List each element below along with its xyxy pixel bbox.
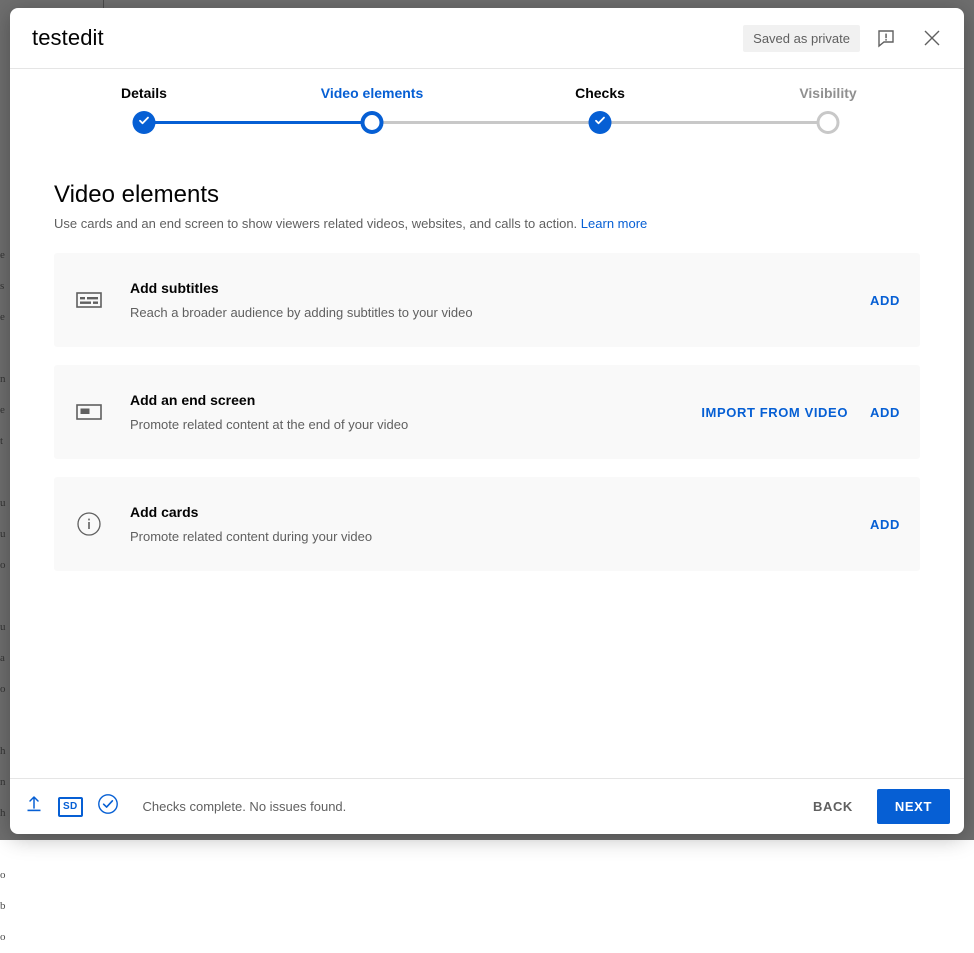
step-label-visibility: Visibility (799, 85, 857, 101)
dialog-header: testedit Saved as private (10, 8, 964, 69)
card-add-cards: Add cards Promote related content during… (54, 477, 920, 571)
checks-status-text: Checks complete. No issues found. (142, 799, 347, 814)
add-subtitles-button[interactable]: ADD (870, 293, 900, 308)
card-title: Add subtitles (130, 280, 219, 296)
card-description: Promote related content during your vide… (130, 529, 373, 544)
card-actions: ADD (870, 517, 900, 532)
stepper-track-3 (600, 121, 828, 124)
stepper-labels: Details Video elements Checks Visibility (10, 85, 964, 105)
subtitles-icon (76, 290, 122, 310)
card-title: Add an end screen (130, 392, 256, 408)
check-icon (594, 114, 607, 132)
end-screen-icon (76, 402, 122, 422)
upload-stepper: Details Video elements Checks Visibility (10, 81, 964, 153)
page-subtitle: Use cards and an end screen to show view… (54, 215, 920, 233)
step-label-video-elements: Video elements (320, 85, 424, 101)
card-add-subtitles: Add subtitles Reach a broader audience b… (54, 253, 920, 347)
upload-arrow-icon (24, 794, 44, 819)
dialog-title: testedit (32, 25, 104, 50)
back-button[interactable]: BACK (799, 790, 867, 823)
card-text-block: Add cards Promote related content during… (122, 504, 870, 544)
page-title: Video elements (54, 181, 219, 208)
feedback-button[interactable] (866, 18, 906, 58)
check-circle-icon (97, 793, 119, 820)
card-description: Promote related content at the end of yo… (130, 417, 409, 432)
stepper-node-video-elements[interactable] (360, 111, 384, 134)
step-label-checks: Checks (575, 85, 625, 101)
import-from-video-button[interactable]: IMPORT FROM VIDEO (701, 405, 848, 420)
stepper-node-details[interactable] (132, 111, 156, 134)
add-end-screen-button[interactable]: ADD (870, 405, 900, 420)
video-upload-dialog: testedit Saved as private Details Video … (10, 8, 964, 834)
card-text-block: Add an end screen Promote related conten… (122, 392, 701, 432)
card-add-end-screen: Add an end screen Promote related conten… (54, 365, 920, 459)
next-button[interactable]: NEXT (876, 789, 950, 824)
check-icon (138, 114, 151, 132)
card-text-block: Add subtitles Reach a broader audience b… (122, 280, 870, 320)
dialog-footer: SD Checks complete. No issues found. BAC… (10, 778, 964, 834)
stepper-node-checks[interactable] (588, 111, 612, 134)
quality-badge-sd: SD (58, 796, 83, 817)
card-description: Reach a broader audience by adding subti… (130, 305, 473, 320)
card-actions: IMPORT FROM VIDEO ADD (701, 405, 900, 420)
step-label-details: Details (121, 85, 167, 101)
card-title: Add cards (130, 504, 199, 520)
stepper-track-1 (144, 121, 372, 124)
learn-more-link[interactable]: Learn more (581, 216, 647, 231)
saved-status-badge: Saved as private (743, 24, 860, 52)
stepper-node-visibility[interactable] (816, 111, 840, 134)
page-subtitle-text: Use cards and an end screen to show view… (54, 216, 578, 231)
dialog-body: Video elements Use cards and an end scre… (10, 153, 964, 778)
feedback-exclamation-icon (876, 28, 896, 48)
stepper-track-2 (372, 121, 600, 124)
footer-status-icons: SD (24, 793, 119, 820)
close-icon (921, 27, 943, 49)
card-actions: ADD (870, 293, 900, 308)
add-cards-button[interactable]: ADD (870, 517, 900, 532)
info-circle-icon (76, 511, 122, 537)
close-button[interactable] (912, 18, 952, 58)
